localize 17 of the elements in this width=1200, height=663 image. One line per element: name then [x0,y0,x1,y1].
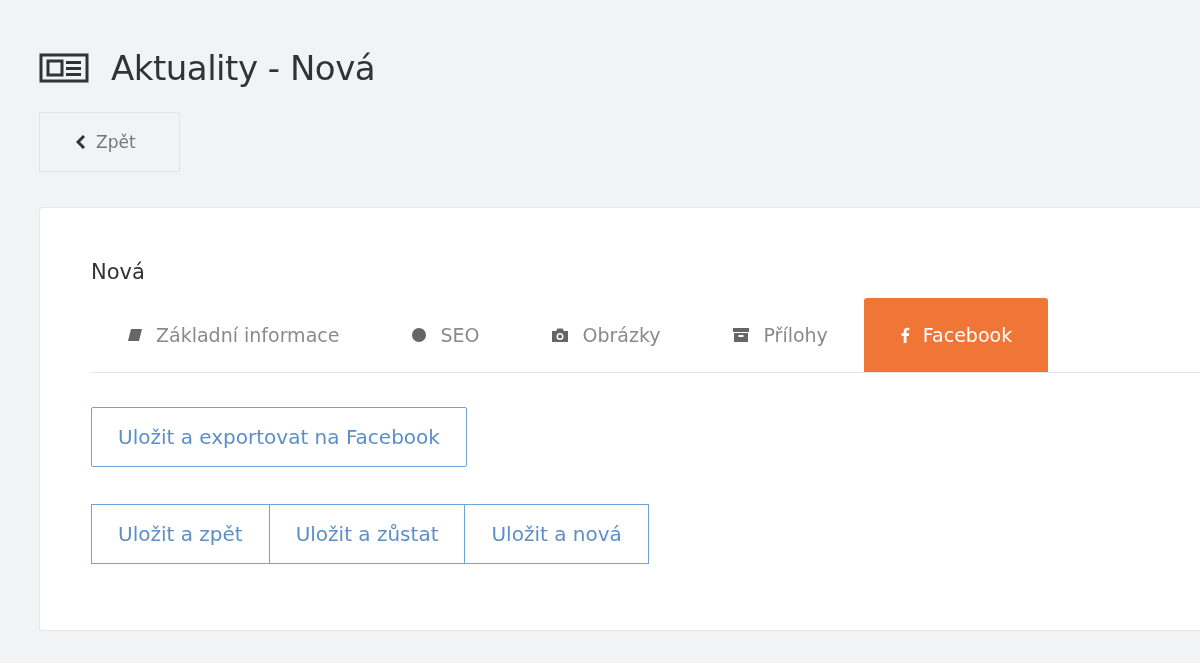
tab[interactable]: Přílohy [696,298,864,372]
page-title: Aktuality - Nová [111,48,376,88]
back-button[interactable]: Zpět [39,112,180,172]
tab[interactable]: SEO [375,298,516,372]
export-button[interactable]: Uložit a exportovat na Facebook [91,407,467,467]
save-button[interactable]: Uložit a zůstat [268,504,466,564]
save-button[interactable]: Uložit a nová [464,504,649,564]
camera-icon [551,327,570,343]
facebook-icon [899,327,910,343]
tab[interactable]: Obrázky [515,298,697,372]
archive-box-icon [732,327,751,343]
newspaper-icon [39,53,89,83]
save-button[interactable]: Uložit a zpět [91,504,270,564]
chevron-left-icon [76,135,86,149]
card-heading: Nová [91,260,146,284]
tab[interactable]: Základní informace [91,298,376,372]
tab[interactable]: Facebook [863,298,1049,372]
